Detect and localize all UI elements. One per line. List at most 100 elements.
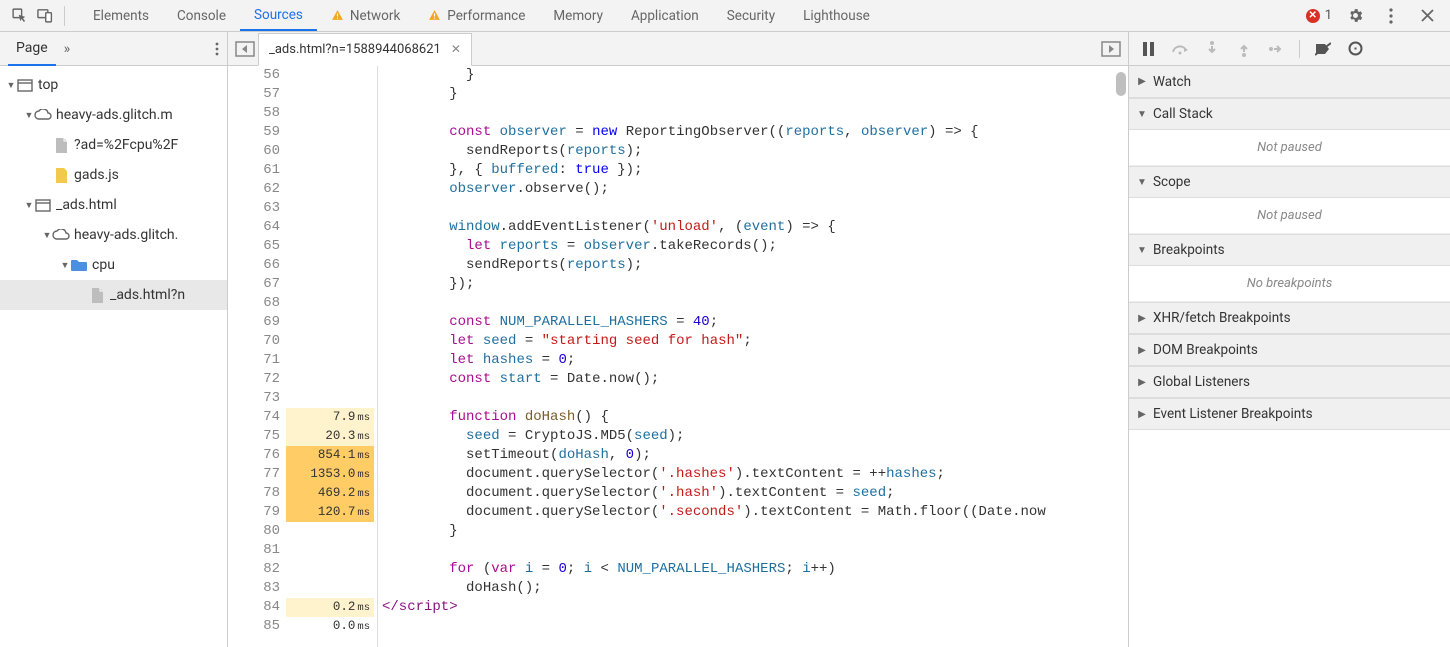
chevron-icon: ▼ (1137, 245, 1147, 256)
file-tab[interactable]: _ads.html?n=1588944068621 ✕ (258, 33, 472, 66)
tab-label: Console (177, 8, 226, 24)
tree-twisty-icon: ▼ (24, 200, 34, 211)
section-label: Event Listener Breakpoints (1153, 406, 1313, 422)
tab-sources[interactable]: Sources (240, 0, 317, 31)
code-line: let seed = "starting seed for hash"; (382, 332, 1128, 351)
tab-label: Performance (447, 8, 525, 24)
line-number: 82 (228, 560, 286, 579)
doc-icon (52, 138, 70, 153)
device-toggle-icon[interactable] (32, 3, 58, 29)
code-line: sendReports(reports); (382, 142, 1128, 161)
file-navigator: Page » ▼top▼heavy-ads.glitch.m▶?ad=%2Fcp… (0, 32, 228, 647)
tree-item[interactable]: ▼heavy-ads.glitch. (0, 220, 227, 250)
file-tab-label: _ads.html?n=1588944068621 (269, 42, 441, 57)
step-over-icon[interactable] (1171, 40, 1189, 58)
tree-item[interactable]: ▶_ads.html?n (0, 280, 227, 310)
chevron-icon: ▶ (1137, 76, 1147, 87)
nav-back-icon[interactable] (232, 36, 258, 62)
dbg-section-scope[interactable]: ▼ Scope (1129, 166, 1450, 198)
settings-icon[interactable] (1342, 3, 1368, 29)
code-line: seed = CryptoJS.MD5(seed); (382, 427, 1128, 446)
dbg-section-global-listeners[interactable]: ▶Global Listeners (1129, 366, 1450, 398)
line-number: 77 (228, 465, 286, 484)
debugger-panel: ▶Watch▼Call StackNot paused▼ScopeNot pau… (1129, 32, 1450, 647)
code-line: let hashes = 0; (382, 351, 1128, 370)
file-tree: ▼top▼heavy-ads.glitch.m▶?ad=%2Fcpu%2F▶ga… (0, 66, 227, 647)
deactivate-breakpoints-icon[interactable] (1314, 40, 1332, 58)
tab-console[interactable]: Console (163, 0, 240, 31)
pause-on-exceptions-icon[interactable] (1346, 40, 1364, 58)
chevron-icon: ▼ (1137, 177, 1147, 188)
error-badge[interactable]: ✕1 (1306, 8, 1332, 23)
cloud-icon (52, 229, 70, 241)
code-line: document.querySelector('.seconds').textC… (382, 503, 1128, 522)
step-into-icon[interactable] (1203, 40, 1221, 58)
code-line (382, 541, 1128, 560)
step-out-icon[interactable] (1235, 40, 1253, 58)
dbg-section-breakpoints[interactable]: ▼Breakpoints (1129, 234, 1450, 266)
tree-label: heavy-ads.glitch. (74, 227, 178, 243)
tree-label: top (38, 77, 58, 93)
pause-icon[interactable] (1139, 40, 1157, 58)
code-line: doHash(); (382, 579, 1128, 598)
code-line: document.querySelector('.hashes').textCo… (382, 465, 1128, 484)
kebab-menu-icon[interactable] (1378, 3, 1404, 29)
tree-label: gads.js (74, 167, 119, 183)
nav-more-icon[interactable]: » (64, 41, 71, 57)
line-number: 74 (228, 408, 286, 427)
tree-item[interactable]: ▶?ad=%2Fcpu%2F (0, 130, 227, 160)
tree-item[interactable]: ▼_ads.html (0, 190, 227, 220)
dbg-section-dom-breakpoints[interactable]: ▶DOM Breakpoints (1129, 334, 1450, 366)
folder-icon (70, 259, 88, 271)
line-number: 73 (228, 389, 286, 408)
section-body: Not paused (1129, 198, 1450, 234)
code-line (382, 389, 1128, 408)
tab-lighthouse[interactable]: Lighthouse (789, 0, 884, 31)
dbg-section-watch[interactable]: ▶Watch (1129, 66, 1450, 98)
tab-label: Security (727, 8, 775, 24)
line-number: 70 (228, 332, 286, 351)
tree-item[interactable]: ▼top (0, 70, 227, 100)
chevron-icon: ▶ (1137, 345, 1147, 356)
doc-icon (88, 288, 106, 303)
tab-memory[interactable]: Memory (539, 0, 617, 31)
dbg-section-xhr-fetch-breakpoints[interactable]: ▶XHR/fetch Breakpoints (1129, 302, 1450, 334)
section-label: XHR/fetch Breakpoints (1153, 310, 1291, 326)
code-line: let reports = observer.takeRecords(); (382, 237, 1128, 256)
editor-scrollbar[interactable] (1114, 66, 1128, 647)
tree-item[interactable]: ▼heavy-ads.glitch.m (0, 100, 227, 130)
code-editor[interactable]: 565758596061626364656667686970717273747.… (228, 66, 1128, 647)
line-number: 63 (228, 199, 286, 218)
code-line: setTimeout(doHash, 0); (382, 446, 1128, 465)
tab-performance[interactable]: Performance (414, 0, 539, 31)
nav-forward-icon[interactable] (1098, 36, 1124, 62)
line-number: 83 (228, 579, 286, 598)
tab-application[interactable]: Application (617, 0, 713, 31)
close-devtools-icon[interactable] (1414, 3, 1440, 29)
section-label: Scope (1153, 174, 1191, 190)
tab-network[interactable]: Network (317, 0, 414, 31)
section-label: Call Stack (1153, 106, 1213, 122)
tree-item[interactable]: ▶gads.js (0, 160, 227, 190)
inspect-icon[interactable] (6, 3, 32, 29)
devtools-topbar: Elements Console SourcesNetwork Performance… (0, 0, 1450, 32)
tab-security[interactable]: Security (713, 0, 789, 31)
tab-elements[interactable]: Elements (79, 0, 163, 31)
line-number: 59 (228, 123, 286, 142)
line-number: 65 (228, 237, 286, 256)
close-tab-icon[interactable]: ✕ (451, 42, 461, 56)
line-number: 68 (228, 294, 286, 313)
dbg-section-event-listener-breakpoints[interactable]: ▶Event Listener Breakpoints (1129, 398, 1450, 430)
code-line: }); (382, 275, 1128, 294)
code-line (382, 104, 1128, 123)
line-number: 60 (228, 142, 286, 161)
line-timing: 20.3ms (286, 427, 374, 446)
tree-item[interactable]: ▼cpu (0, 250, 227, 280)
step-icon[interactable] (1267, 40, 1285, 58)
nav-kebab-icon[interactable] (215, 42, 219, 56)
tab-label: Application (631, 8, 699, 24)
code-line: } (382, 522, 1128, 541)
dbg-section-call-stack[interactable]: ▼Call Stack (1129, 98, 1450, 130)
page-tab[interactable]: Page (8, 33, 56, 66)
tab-label: Lighthouse (803, 8, 870, 24)
